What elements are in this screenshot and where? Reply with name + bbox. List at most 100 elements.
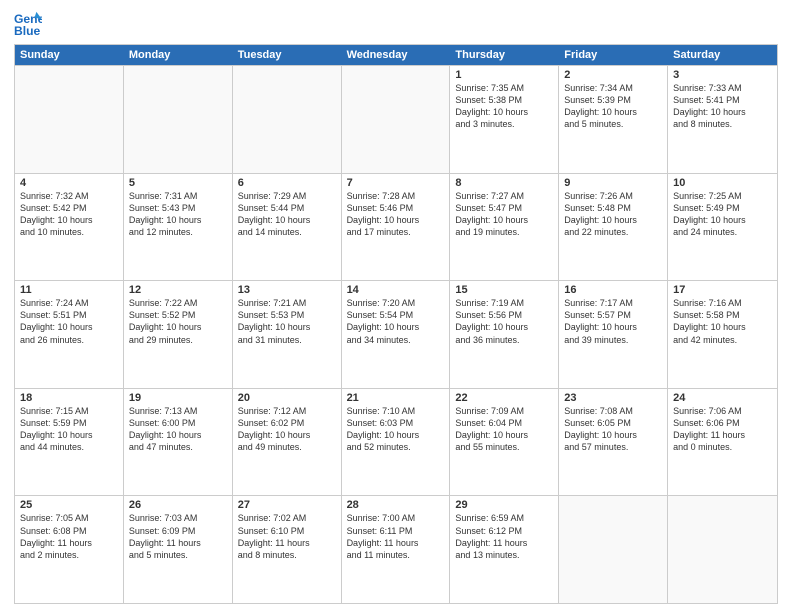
day-number: 28: [347, 499, 445, 511]
day-number: 2: [564, 69, 662, 81]
day-number: 6: [238, 177, 336, 189]
day-cell-25: 25Sunrise: 7:05 AMSunset: 6:08 PMDayligh…: [15, 496, 124, 603]
day-info: Sunrise: 7:17 AMSunset: 5:57 PMDaylight:…: [564, 297, 662, 346]
day-number: 8: [455, 177, 553, 189]
day-info: Sunrise: 7:12 AMSunset: 6:02 PMDaylight:…: [238, 405, 336, 454]
day-cell-empty-0-1: [124, 66, 233, 173]
day-number: 15: [455, 284, 553, 296]
day-number: 27: [238, 499, 336, 511]
logo-icon: General Blue: [14, 10, 42, 38]
svg-text:Blue: Blue: [14, 24, 41, 38]
day-cell-3: 3Sunrise: 7:33 AMSunset: 5:41 PMDaylight…: [668, 66, 777, 173]
day-number: 10: [673, 177, 772, 189]
day-number: 21: [347, 392, 445, 404]
day-cell-29: 29Sunrise: 6:59 AMSunset: 6:12 PMDayligh…: [450, 496, 559, 603]
header-day-thursday: Thursday: [450, 45, 559, 65]
day-info: Sunrise: 7:09 AMSunset: 6:04 PMDaylight:…: [455, 405, 553, 454]
day-info: Sunrise: 7:16 AMSunset: 5:58 PMDaylight:…: [673, 297, 772, 346]
day-cell-9: 9Sunrise: 7:26 AMSunset: 5:48 PMDaylight…: [559, 174, 668, 281]
day-cell-14: 14Sunrise: 7:20 AMSunset: 5:54 PMDayligh…: [342, 281, 451, 388]
day-cell-empty-4-6: [668, 496, 777, 603]
page: General Blue SundayMondayTuesdayWednesda…: [0, 0, 792, 612]
header-day-wednesday: Wednesday: [342, 45, 451, 65]
day-info: Sunrise: 7:33 AMSunset: 5:41 PMDaylight:…: [673, 82, 772, 131]
day-number: 12: [129, 284, 227, 296]
week-row-3: 18Sunrise: 7:15 AMSunset: 5:59 PMDayligh…: [15, 388, 777, 496]
day-cell-24: 24Sunrise: 7:06 AMSunset: 6:06 PMDayligh…: [668, 389, 777, 496]
day-cell-18: 18Sunrise: 7:15 AMSunset: 5:59 PMDayligh…: [15, 389, 124, 496]
day-number: 9: [564, 177, 662, 189]
day-cell-12: 12Sunrise: 7:22 AMSunset: 5:52 PMDayligh…: [124, 281, 233, 388]
day-cell-19: 19Sunrise: 7:13 AMSunset: 6:00 PMDayligh…: [124, 389, 233, 496]
day-number: 4: [20, 177, 118, 189]
day-cell-empty-0-2: [233, 66, 342, 173]
day-number: 24: [673, 392, 772, 404]
day-cell-23: 23Sunrise: 7:08 AMSunset: 6:05 PMDayligh…: [559, 389, 668, 496]
day-info: Sunrise: 7:02 AMSunset: 6:10 PMDaylight:…: [238, 512, 336, 561]
header-day-saturday: Saturday: [668, 45, 777, 65]
day-number: 3: [673, 69, 772, 81]
day-info: Sunrise: 7:35 AMSunset: 5:38 PMDaylight:…: [455, 82, 553, 131]
day-cell-empty-0-3: [342, 66, 451, 173]
day-cell-11: 11Sunrise: 7:24 AMSunset: 5:51 PMDayligh…: [15, 281, 124, 388]
day-cell-26: 26Sunrise: 7:03 AMSunset: 6:09 PMDayligh…: [124, 496, 233, 603]
day-cell-27: 27Sunrise: 7:02 AMSunset: 6:10 PMDayligh…: [233, 496, 342, 603]
day-cell-15: 15Sunrise: 7:19 AMSunset: 5:56 PMDayligh…: [450, 281, 559, 388]
day-info: Sunrise: 7:26 AMSunset: 5:48 PMDaylight:…: [564, 190, 662, 239]
day-info: Sunrise: 7:15 AMSunset: 5:59 PMDaylight:…: [20, 405, 118, 454]
day-number: 25: [20, 499, 118, 511]
day-number: 7: [347, 177, 445, 189]
day-number: 18: [20, 392, 118, 404]
day-cell-8: 8Sunrise: 7:27 AMSunset: 5:47 PMDaylight…: [450, 174, 559, 281]
header-day-sunday: Sunday: [15, 45, 124, 65]
week-row-1: 4Sunrise: 7:32 AMSunset: 5:42 PMDaylight…: [15, 173, 777, 281]
day-cell-22: 22Sunrise: 7:09 AMSunset: 6:04 PMDayligh…: [450, 389, 559, 496]
day-cell-17: 17Sunrise: 7:16 AMSunset: 5:58 PMDayligh…: [668, 281, 777, 388]
day-info: Sunrise: 7:13 AMSunset: 6:00 PMDaylight:…: [129, 405, 227, 454]
day-info: Sunrise: 7:03 AMSunset: 6:09 PMDaylight:…: [129, 512, 227, 561]
day-number: 17: [673, 284, 772, 296]
header-day-friday: Friday: [559, 45, 668, 65]
day-info: Sunrise: 7:27 AMSunset: 5:47 PMDaylight:…: [455, 190, 553, 239]
day-info: Sunrise: 7:20 AMSunset: 5:54 PMDaylight:…: [347, 297, 445, 346]
week-row-4: 25Sunrise: 7:05 AMSunset: 6:08 PMDayligh…: [15, 495, 777, 603]
day-info: Sunrise: 7:00 AMSunset: 6:11 PMDaylight:…: [347, 512, 445, 561]
day-number: 22: [455, 392, 553, 404]
day-info: Sunrise: 7:25 AMSunset: 5:49 PMDaylight:…: [673, 190, 772, 239]
day-info: Sunrise: 7:34 AMSunset: 5:39 PMDaylight:…: [564, 82, 662, 131]
day-number: 5: [129, 177, 227, 189]
day-cell-2: 2Sunrise: 7:34 AMSunset: 5:39 PMDaylight…: [559, 66, 668, 173]
day-cell-16: 16Sunrise: 7:17 AMSunset: 5:57 PMDayligh…: [559, 281, 668, 388]
header: General Blue: [14, 10, 778, 38]
week-row-0: 1Sunrise: 7:35 AMSunset: 5:38 PMDaylight…: [15, 65, 777, 173]
day-number: 1: [455, 69, 553, 81]
day-cell-1: 1Sunrise: 7:35 AMSunset: 5:38 PMDaylight…: [450, 66, 559, 173]
day-number: 19: [129, 392, 227, 404]
calendar-header: SundayMondayTuesdayWednesdayThursdayFrid…: [15, 45, 777, 65]
day-info: Sunrise: 7:06 AMSunset: 6:06 PMDaylight:…: [673, 405, 772, 454]
day-info: Sunrise: 7:05 AMSunset: 6:08 PMDaylight:…: [20, 512, 118, 561]
day-cell-empty-4-5: [559, 496, 668, 603]
day-info: Sunrise: 7:31 AMSunset: 5:43 PMDaylight:…: [129, 190, 227, 239]
day-info: Sunrise: 7:29 AMSunset: 5:44 PMDaylight:…: [238, 190, 336, 239]
day-number: 16: [564, 284, 662, 296]
day-cell-21: 21Sunrise: 7:10 AMSunset: 6:03 PMDayligh…: [342, 389, 451, 496]
day-cell-20: 20Sunrise: 7:12 AMSunset: 6:02 PMDayligh…: [233, 389, 342, 496]
day-number: 29: [455, 499, 553, 511]
day-info: Sunrise: 7:22 AMSunset: 5:52 PMDaylight:…: [129, 297, 227, 346]
day-number: 13: [238, 284, 336, 296]
day-number: 14: [347, 284, 445, 296]
day-cell-13: 13Sunrise: 7:21 AMSunset: 5:53 PMDayligh…: [233, 281, 342, 388]
header-day-tuesday: Tuesday: [233, 45, 342, 65]
header-day-monday: Monday: [124, 45, 233, 65]
day-number: 26: [129, 499, 227, 511]
day-info: Sunrise: 7:32 AMSunset: 5:42 PMDaylight:…: [20, 190, 118, 239]
day-info: Sunrise: 7:28 AMSunset: 5:46 PMDaylight:…: [347, 190, 445, 239]
day-cell-10: 10Sunrise: 7:25 AMSunset: 5:49 PMDayligh…: [668, 174, 777, 281]
day-cell-5: 5Sunrise: 7:31 AMSunset: 5:43 PMDaylight…: [124, 174, 233, 281]
calendar: SundayMondayTuesdayWednesdayThursdayFrid…: [14, 44, 778, 604]
day-cell-7: 7Sunrise: 7:28 AMSunset: 5:46 PMDaylight…: [342, 174, 451, 281]
day-info: Sunrise: 7:24 AMSunset: 5:51 PMDaylight:…: [20, 297, 118, 346]
day-number: 23: [564, 392, 662, 404]
day-cell-4: 4Sunrise: 7:32 AMSunset: 5:42 PMDaylight…: [15, 174, 124, 281]
